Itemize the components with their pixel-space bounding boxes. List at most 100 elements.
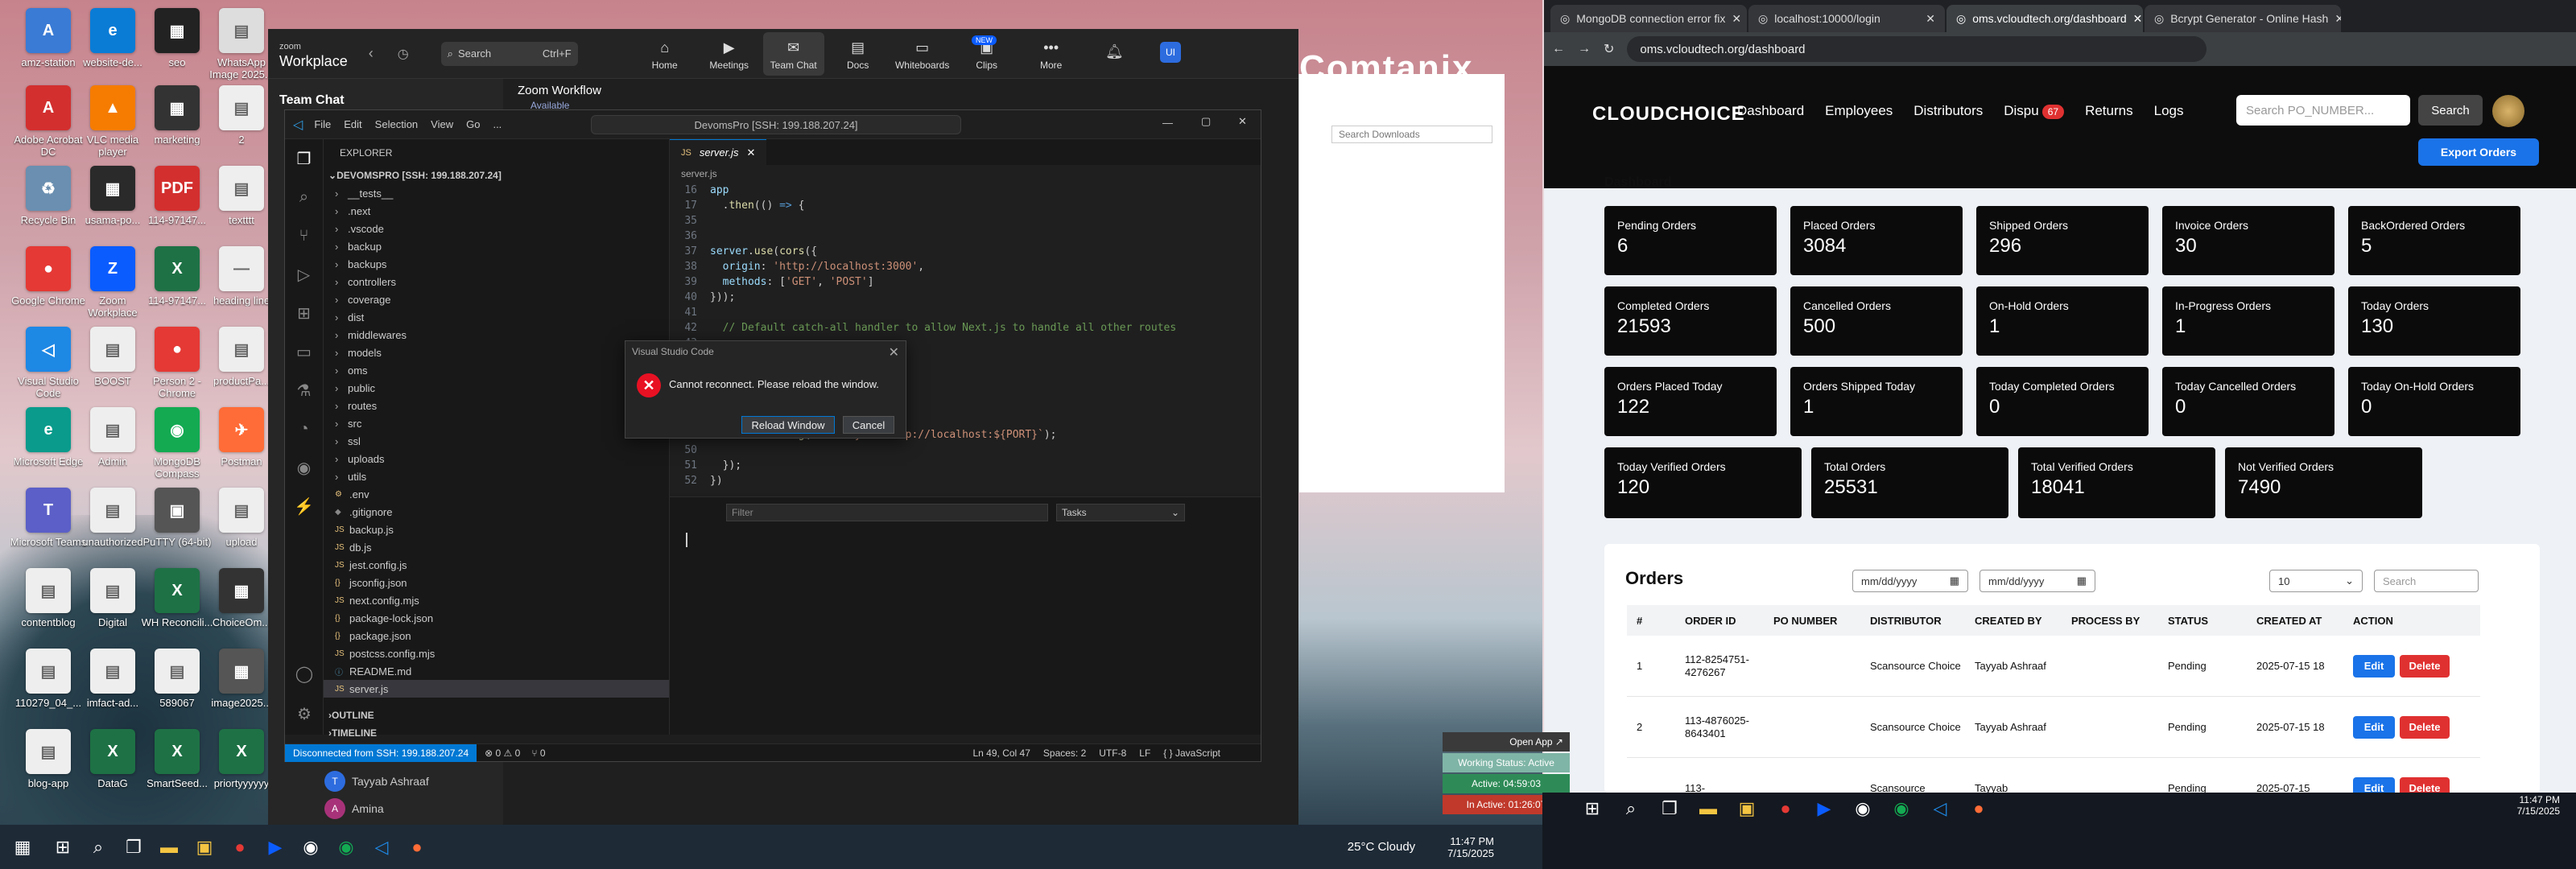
- cloudchoice-logo[interactable]: CLOUDCHOICE: [1592, 103, 1745, 126]
- nav-link-dashboard[interactable]: Dashboard: [1737, 103, 1804, 119]
- remote-status[interactable]: Disconnected from SSH: 199.188.207.24: [285, 743, 477, 762]
- run-debug-icon[interactable]: ▷: [285, 255, 323, 294]
- explorer-folder[interactable]: › middlewares: [324, 326, 669, 344]
- back-arrow-icon[interactable]: ‹: [369, 45, 374, 62]
- explorer-folder[interactable]: › public: [324, 379, 669, 397]
- zoom-icon[interactable]: ▶: [258, 830, 293, 865]
- bell-icon[interactable]: 🔔︎: [1105, 43, 1124, 60]
- explorer-file[interactable]: ⚙ .env: [324, 485, 669, 503]
- file-explorer-icon[interactable]: ▬: [151, 830, 187, 865]
- start-icon[interactable]: ⊞: [45, 830, 80, 865]
- ports-status[interactable]: ⑂ 0: [531, 748, 545, 759]
- explorer-folder[interactable]: › uploads: [324, 450, 669, 467]
- close-icon[interactable]: ✕: [889, 344, 899, 360]
- explorer-file[interactable]: JS server.js: [324, 680, 669, 698]
- nav-link-distributors[interactable]: Distributors: [1913, 103, 1983, 119]
- zoom-nav-more[interactable]: ••• More: [1021, 32, 1082, 76]
- file-explorer-icon[interactable]: ▬: [1690, 791, 1726, 826]
- edit-button[interactable]: Edit: [2353, 715, 2395, 739]
- encoding-status[interactable]: UTF-8: [1099, 748, 1126, 759]
- zoom-nav-docs[interactable]: ▤ Docs: [828, 32, 889, 76]
- delete-button[interactable]: Delete: [2400, 654, 2450, 677]
- account-icon[interactable]: ◯: [285, 654, 324, 693]
- browser-tab[interactable]: ◎ oms.vcloudtech.org/dashboard ✕: [1946, 5, 2143, 32]
- zoom-nav-home[interactable]: ⌂ Home: [634, 32, 696, 76]
- avatar[interactable]: UI: [1160, 42, 1181, 63]
- downloads-search[interactable]: Search Downloads: [1331, 126, 1492, 143]
- explorer-root[interactable]: ⌄ DEVOMSPRO [SSH: 199.188.207.24]: [324, 167, 669, 184]
- clock-right[interactable]: 11:47 PM 7/15/2025: [2517, 794, 2560, 817]
- browser-tab[interactable]: ◎ Bcrypt Generator - Online Hash ✕: [2145, 5, 2341, 32]
- minimize-icon[interactable]: —: [1162, 117, 1173, 129]
- reconnect-dialog[interactable]: Visual Studio Code ✕ ✕ Cannot reconnect.…: [625, 340, 906, 439]
- menu-item[interactable]: ...: [493, 118, 502, 130]
- browser-tab[interactable]: ◎ MongoDB connection error fix ✕: [1550, 5, 1747, 32]
- timeline-icon[interactable]: ◔: [285, 410, 323, 448]
- explorer-file[interactable]: JS next.config.mjs: [324, 591, 669, 609]
- explorer-file[interactable]: {} package-lock.json: [324, 609, 669, 627]
- reload-window-button[interactable]: Reload Window: [741, 416, 835, 434]
- cancel-button[interactable]: Cancel: [843, 416, 894, 434]
- explorer-file[interactable]: ⓘ README.md: [324, 662, 669, 680]
- problems-status[interactable]: ⊗ 0 ⚠ 0: [485, 748, 520, 759]
- search-icon[interactable]: ⌕: [1613, 791, 1649, 826]
- explorer-file[interactable]: JS db.js: [324, 538, 669, 556]
- end-date-input[interactable]: mm/dd/yyyy ▦: [1979, 570, 2095, 592]
- search-button[interactable]: Search: [2418, 95, 2483, 126]
- gear-icon[interactable]: ⚙: [285, 694, 324, 733]
- user-avatar[interactable]: [2492, 95, 2524, 127]
- explorer-file[interactable]: JS backup.js: [324, 521, 669, 538]
- close-icon[interactable]: ✕: [1238, 115, 1247, 128]
- forward-icon[interactable]: →: [1578, 42, 1591, 56]
- search-icon[interactable]: ⌕: [285, 178, 323, 216]
- editor[interactable]: JS server.js ✕ server.js 16 app 17 .then(() …: [670, 139, 1261, 493]
- indent-status[interactable]: Spaces: 2: [1043, 748, 1086, 759]
- chrome-icon[interactable]: ●: [1768, 791, 1803, 826]
- store-icon[interactable]: ▣: [1729, 791, 1765, 826]
- explorer-icon[interactable]: ❐: [285, 139, 323, 178]
- extensions-icon[interactable]: ⊞: [285, 294, 323, 332]
- python-icon[interactable]: ⚡: [285, 487, 323, 525]
- close-icon[interactable]: ✕: [1926, 12, 1935, 26]
- explorer-folder[interactable]: › oms: [324, 361, 669, 379]
- explorer-folder[interactable]: › models: [324, 344, 669, 361]
- zoom-search[interactable]: ⌕ Search Ctrl+F: [440, 41, 578, 66]
- tab-server-js[interactable]: JS server.js ✕: [670, 139, 767, 165]
- delete-button[interactable]: Delete: [2400, 715, 2450, 739]
- store-icon[interactable]: ▣: [187, 830, 222, 865]
- open-app-button[interactable]: Open App ↗: [1443, 732, 1570, 752]
- language-status[interactable]: { } JavaScript: [1163, 748, 1220, 759]
- explorer-file[interactable]: JS postcss.config.mjs: [324, 645, 669, 662]
- explorer-file[interactable]: ◆ .gitignore: [324, 503, 669, 521]
- zoom-nav-team-chat[interactable]: ✉ Team Chat: [762, 31, 824, 76]
- vscode-icon[interactable]: ◁: [364, 830, 399, 865]
- command-center[interactable]: DevomsPro [SSH: 199.188.207.24]: [591, 115, 961, 134]
- eol-status[interactable]: LF: [1139, 748, 1150, 759]
- zoom-icon[interactable]: ▶: [1806, 791, 1842, 826]
- explorer-folder[interactable]: › dist: [324, 308, 669, 326]
- mongodb-icon[interactable]: ◉: [1884, 791, 1919, 826]
- explorer-folder[interactable]: › __tests__: [324, 184, 669, 202]
- nav-link-employees[interactable]: Employees: [1825, 103, 1893, 119]
- orders-search-input[interactable]: Search: [2374, 570, 2479, 592]
- explorer-file[interactable]: {} jsconfig.json: [324, 574, 669, 591]
- breadcrumb[interactable]: server.js: [670, 165, 1261, 183]
- start-icon[interactable]: ⊞: [1575, 791, 1610, 826]
- task-view-icon[interactable]: ❐: [1652, 791, 1687, 826]
- explorer-folder[interactable]: › ssl: [324, 432, 669, 450]
- reload-icon[interactable]: ↻: [1604, 41, 1614, 57]
- explorer-folder[interactable]: › utils: [324, 467, 669, 485]
- nav-link-logs[interactable]: Logs: [2154, 103, 2184, 119]
- menu-item[interactable]: Selection: [375, 118, 418, 130]
- task-view-icon[interactable]: ❐: [116, 830, 151, 865]
- explorer-file[interactable]: {} package.json: [324, 627, 669, 645]
- explorer-folder[interactable]: › routes: [324, 397, 669, 414]
- cursor-position[interactable]: Ln 49, Col 47: [973, 748, 1030, 759]
- url-bar[interactable]: oms.vcloudtech.org/dashboard: [1627, 36, 2207, 62]
- app-icon[interactable]: ◉: [1845, 791, 1880, 826]
- postman-icon[interactable]: ●: [399, 830, 435, 865]
- explorer-folder[interactable]: › backups: [324, 255, 669, 273]
- code-area[interactable]: 16 app 17 .then(() => {35 36 37 server.use(co…: [670, 183, 1261, 488]
- vscode-icon[interactable]: ◁: [1922, 791, 1958, 826]
- close-icon[interactable]: ✕: [746, 146, 755, 159]
